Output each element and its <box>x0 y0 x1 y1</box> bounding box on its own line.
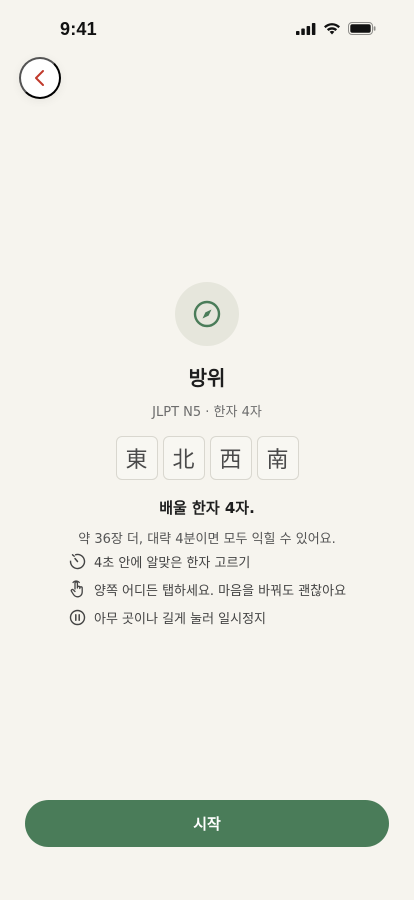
tip-item: 아무 곳이나 길게 눌러 일시정지 <box>68 603 346 631</box>
topic-content: 방위 JLPT N5 · 한자 4자 東 北 西 南 배울 한자 4자. 약 3… <box>0 282 414 547</box>
kanji-preview-row: 東 北 西 南 <box>0 436 414 480</box>
learn-title: 배울 한자 4자. <box>159 499 255 517</box>
tip-item: 4초 안에 알맞은 한자 고르기 <box>68 547 346 575</box>
tip-text: 아무 곳이나 길게 눌러 일시정지 <box>94 611 267 627</box>
kanji-card: 北 <box>162 436 205 480</box>
status-icons <box>296 22 376 35</box>
status-bar: 9:41 <box>0 0 414 56</box>
wifi-icon <box>324 23 340 35</box>
start-button[interactable]: 시작 <box>25 800 389 847</box>
topic-title: 방위 <box>188 366 226 390</box>
tip-text: 4초 안에 알맞은 한자 고르기 <box>94 555 251 571</box>
topic-subtitle: JLPT N5 · 한자 4자 <box>152 405 262 420</box>
timer-icon <box>68 552 86 570</box>
tips-list: 4초 안에 알맞은 한자 고르기 양쪽 어디든 탭하세요. 마음을 바꿔도 괜찮… <box>68 547 346 631</box>
topic-intro-screen: 9:41 방위 JLPT N5 · 한자 4자 東 北 西 南 배울 한자 4자… <box>0 0 414 900</box>
battery-icon <box>348 22 376 35</box>
topic-icon-badge <box>175 282 239 346</box>
learn-description: 약 36장 더, 대략 4분이면 모두 익힐 수 있어요. <box>78 532 336 547</box>
tip-text: 양쪽 어디든 탭하세요. 마음을 바꿔도 괜찮아요 <box>94 583 347 599</box>
kanji-card: 東 <box>115 436 158 480</box>
kanji-card: 南 <box>256 436 299 480</box>
tap-hand-icon <box>68 580 86 598</box>
chevron-left-icon <box>35 70 44 86</box>
pause-icon <box>68 608 86 626</box>
tip-item: 양쪽 어디든 탭하세요. 마음을 바꿔도 괜찮아요 <box>68 575 346 603</box>
compass-icon <box>193 300 221 328</box>
kanji-card: 西 <box>209 436 252 480</box>
cellular-signal-icon <box>296 22 316 35</box>
status-time: 9:41 <box>60 19 97 39</box>
back-button[interactable] <box>19 57 61 99</box>
